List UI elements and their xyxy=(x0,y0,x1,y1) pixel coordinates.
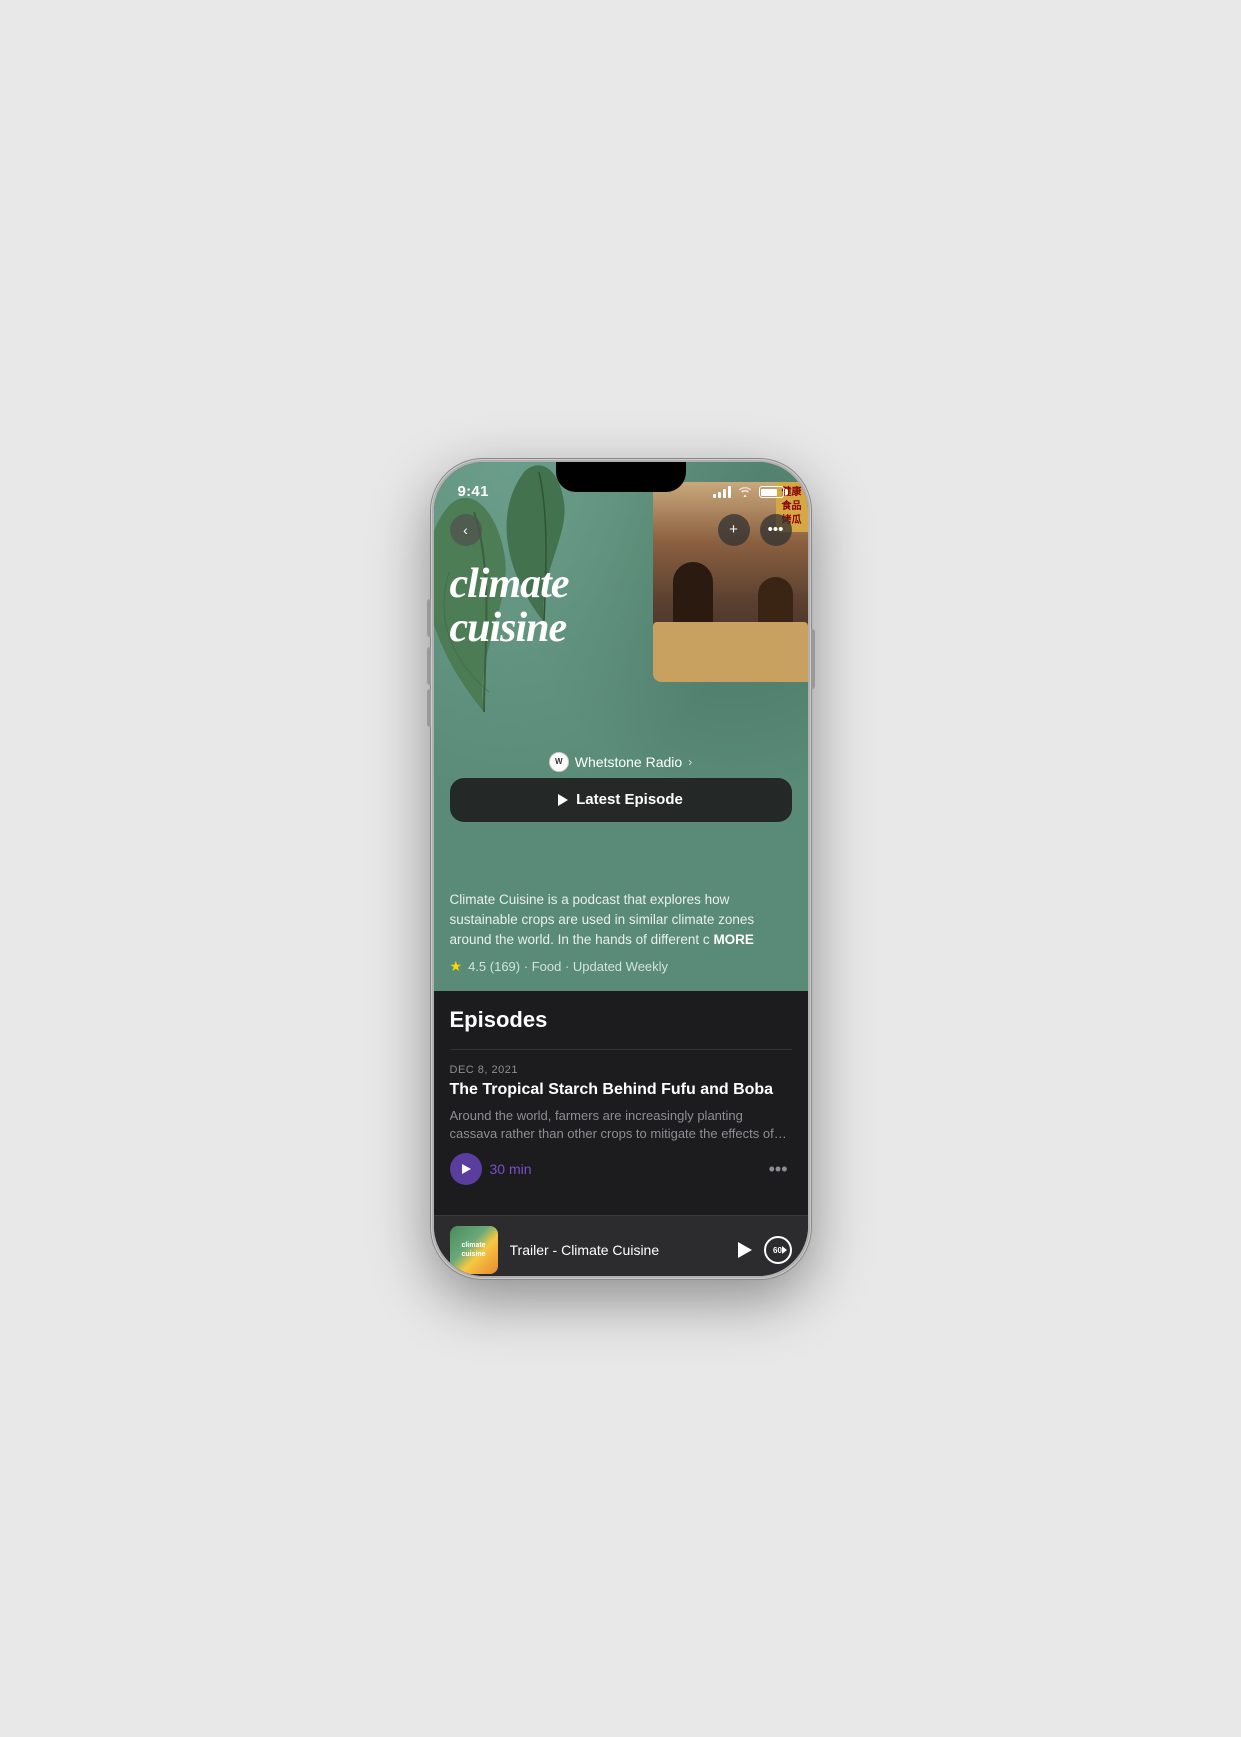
action-buttons: + ••• xyxy=(718,514,792,546)
mini-player[interactable]: climatecuisine Trailer - Climate Cuisine… xyxy=(434,1215,808,1275)
table-row: DEC 8, 2021 The Tropical Starch Behind F… xyxy=(450,1049,792,1199)
episode-duration: 30 min xyxy=(490,1161,532,1177)
hero-section: 健康食品烤瓜 ‹ + xyxy=(434,462,808,882)
back-button[interactable]: ‹ xyxy=(450,514,482,546)
add-button[interactable]: + xyxy=(718,514,750,546)
episode-play-button[interactable] xyxy=(450,1153,482,1185)
play-triangle-icon xyxy=(462,1164,471,1174)
more-button[interactable]: ••• xyxy=(760,514,792,546)
podcast-title: climate cuisine xyxy=(450,562,648,650)
mini-player-title: Trailer - Climate Cuisine xyxy=(510,1242,726,1258)
episode-actions: 30 min ••• xyxy=(450,1153,792,1185)
rating-row: ★ 4.5 (169) · Food · Updated Weekly xyxy=(450,958,792,975)
episode-more-button[interactable]: ••• xyxy=(765,1155,792,1184)
phone-device: 9:41 xyxy=(431,459,811,1279)
episodes-header: Episodes xyxy=(450,1007,792,1033)
skip-forward-button[interactable]: 60 xyxy=(764,1236,792,1264)
author-row[interactable]: W Whetstone Radio › xyxy=(434,752,808,772)
mini-player-controls: 60 xyxy=(738,1236,792,1264)
phone-screen: 9:41 xyxy=(434,462,808,1276)
episodes-section: Episodes DEC 8, 2021 The Tropical Starch… xyxy=(434,991,808,1215)
author-logo: W xyxy=(549,752,569,772)
play-icon xyxy=(558,794,568,806)
battery-icon xyxy=(759,486,784,498)
description-text: Climate Cuisine is a podcast that explor… xyxy=(450,890,792,951)
latest-episode-button[interactable]: Latest Episode xyxy=(450,778,792,822)
latest-episode-label: Latest Episode xyxy=(576,791,683,808)
episode-date: DEC 8, 2021 xyxy=(450,1064,792,1076)
wifi-icon xyxy=(737,485,753,500)
notch xyxy=(556,462,686,492)
market-stall xyxy=(653,622,808,682)
scroll-content[interactable]: 健康食品烤瓜 ‹ + xyxy=(434,462,808,1276)
star-icon: ★ xyxy=(450,958,463,975)
episode-title[interactable]: The Tropical Starch Behind Fufu and Boba xyxy=(450,1080,792,1101)
mini-player-info: Trailer - Climate Cuisine xyxy=(510,1242,726,1258)
signal-icon xyxy=(713,486,731,498)
mini-player-artwork: climatecuisine xyxy=(450,1226,498,1274)
skip-arrow-icon xyxy=(782,1246,787,1254)
rating-value: 4.5 (169) · Food · Updated Weekly xyxy=(468,959,668,974)
status-time: 9:41 xyxy=(458,483,489,500)
description-section: Climate Cuisine is a podcast that explor… xyxy=(434,882,808,992)
hero-controls: ‹ + ••• xyxy=(434,506,808,554)
more-link[interactable]: MORE xyxy=(713,932,754,947)
author-name: Whetstone Radio xyxy=(575,754,682,770)
status-icons xyxy=(713,485,784,500)
episode-play-area: 30 min xyxy=(450,1153,532,1185)
episode-description: Around the world, farmers are increasing… xyxy=(450,1107,792,1143)
mini-play-button[interactable] xyxy=(738,1242,752,1258)
author-chevron: › xyxy=(688,755,692,769)
